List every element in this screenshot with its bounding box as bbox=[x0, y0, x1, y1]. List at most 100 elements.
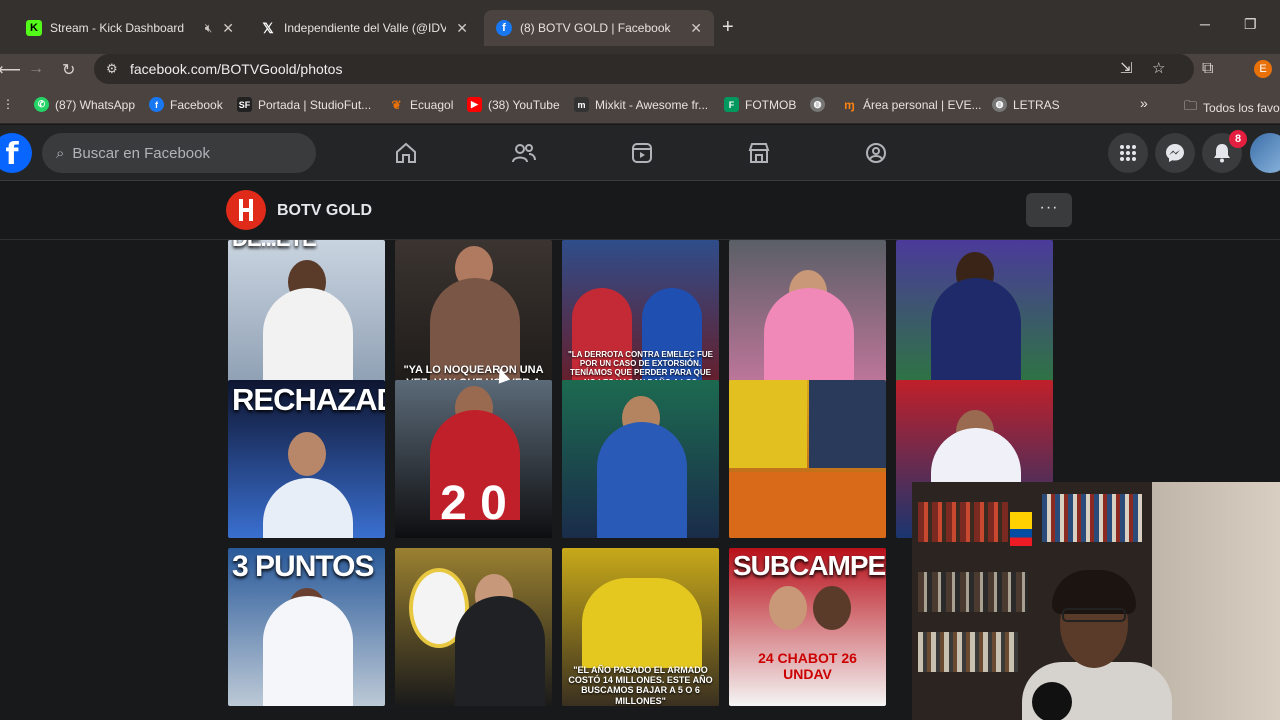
bookmark-ecuagol[interactable]: ❦ Ecuagol bbox=[389, 97, 453, 112]
facebook-logo[interactable]: f bbox=[0, 133, 32, 173]
bookmark-label: Área personal | EVE... bbox=[863, 97, 982, 112]
photo-tile[interactable]: 2 0 bbox=[395, 380, 552, 538]
bookmark-star-icon[interactable]: ☆ bbox=[1152, 59, 1165, 77]
books bbox=[918, 572, 1028, 612]
photo-tile[interactable]: "YA LO NOQUEARON UNA VEZ, HAY QUE VOLVER… bbox=[395, 240, 552, 398]
photo-tile[interactable] bbox=[729, 240, 886, 398]
close-tab-icon[interactable]: ✕ bbox=[222, 20, 234, 37]
bookmark-youtube[interactable]: ▶ (38) YouTube bbox=[467, 97, 560, 112]
photo-caption: 24 CHABOT 26 UNDAV bbox=[758, 649, 857, 682]
muted-speaker-icon[interactable]: 🔇︎ bbox=[205, 21, 213, 36]
more-options-button[interactable]: ··· bbox=[1026, 193, 1072, 227]
gaming-icon[interactable] bbox=[862, 139, 890, 167]
bookmark-studiofutbol[interactable]: SF Portada | StudioFut... bbox=[237, 97, 371, 112]
install-app-icon[interactable]: ⇲ bbox=[1120, 59, 1133, 77]
facebook-header: f ⌕ Buscar en Facebook bbox=[0, 125, 1280, 181]
streamer-glasses bbox=[1062, 608, 1126, 622]
bookmarks-bar: ⋮ ✆ (87) WhatsApp f Facebook SF Portada | S… bbox=[0, 86, 1280, 124]
bookmark-whatsapp[interactable]: ✆ (87) WhatsApp bbox=[34, 97, 135, 112]
home-icon[interactable] bbox=[392, 139, 420, 167]
page-name[interactable]: BOTV GOLD bbox=[277, 202, 372, 220]
address-bar[interactable]: ⚙︎ facebook.com/BOTVGoold/photos ⇲ ☆ bbox=[94, 54, 1194, 84]
video-icon[interactable] bbox=[628, 139, 656, 167]
photo-tile[interactable] bbox=[729, 380, 886, 538]
forward-arrow-icon[interactable]: → bbox=[28, 60, 44, 78]
minimize-icon[interactable]: ─ bbox=[1200, 16, 1210, 32]
books bbox=[1042, 494, 1142, 542]
back-arrow-icon[interactable]: ⟵ bbox=[0, 60, 21, 80]
bookmarks-overflow-button[interactable]: » bbox=[1140, 95, 1148, 111]
tab-x-idv[interactable]: 𝕏 Independiente del Valle (@IDV_ ✕ bbox=[248, 10, 480, 46]
extensions-icon[interactable]: ⧉ bbox=[1202, 60, 1213, 78]
site-settings-icon[interactable]: ⚙︎ bbox=[106, 61, 118, 77]
tab-facebook-active[interactable]: f (8) BOTV GOLD | Facebook ✕ bbox=[484, 10, 714, 46]
photo-headline: 3 PUNTOS bbox=[232, 550, 375, 583]
bookmark-label: Todos los favo bbox=[1203, 101, 1280, 115]
photo-tile[interactable] bbox=[395, 548, 552, 706]
close-tab-icon[interactable]: ✕ bbox=[690, 20, 702, 37]
photo-headline: RECHAZADO bbox=[232, 382, 385, 417]
photo-tile[interactable]: SUBCAMPEÓN 24 CHABOT 26 UNDAV bbox=[729, 548, 886, 706]
marketplace-icon[interactable] bbox=[745, 139, 773, 167]
all-bookmarks-folder[interactable]: 🗀︎ Todos los favo bbox=[1184, 97, 1280, 119]
photo-tile[interactable] bbox=[562, 380, 719, 538]
tab-title: (8) BOTV GOLD | Facebook bbox=[520, 21, 671, 35]
studiofutbol-icon: SF bbox=[237, 97, 252, 112]
player-figure bbox=[597, 422, 687, 538]
close-tab-icon[interactable]: ✕ bbox=[456, 20, 468, 37]
page-header-bar: BOTV GOLD ··· bbox=[0, 182, 1280, 240]
bookmark-area-personal[interactable]: ɱ Área personal | EVE... bbox=[842, 97, 982, 112]
bookmark-label: LETRAS bbox=[1013, 97, 1060, 112]
photo-tile[interactable]: RECHAZADO bbox=[228, 380, 385, 538]
books bbox=[918, 502, 1008, 542]
photo-tile[interactable]: 3 PUNTOS bbox=[228, 548, 385, 706]
notification-count-badge: 8 bbox=[1229, 130, 1247, 148]
menu-grid-icon[interactable] bbox=[1108, 133, 1148, 173]
globe-icon: ◍ bbox=[992, 97, 1007, 112]
profile-avatar[interactable]: E bbox=[1254, 60, 1272, 78]
kick-icon: K bbox=[26, 20, 42, 36]
photo-tile[interactable] bbox=[896, 240, 1053, 398]
mixkit-icon: m bbox=[574, 97, 589, 112]
photo-tile[interactable]: DE...ETE bbox=[228, 240, 385, 398]
facebook-icon: f bbox=[496, 20, 512, 36]
player-figure bbox=[809, 380, 886, 468]
page-profile-picture[interactable] bbox=[226, 190, 266, 230]
photo-tile[interactable]: "EL AÑO PASADO EL ARMADO COSTÓ 14 MILLON… bbox=[562, 548, 719, 706]
bookmark-label: FOTMOB bbox=[745, 97, 797, 112]
player-figure bbox=[769, 586, 807, 630]
globe-icon: ◍ bbox=[810, 97, 825, 112]
photo-headline: SUBCAMPEÓN bbox=[733, 550, 886, 581]
reload-icon[interactable]: ↻ bbox=[62, 60, 75, 80]
url-text: facebook.com/BOTVGoold/photos bbox=[130, 61, 343, 77]
friends-icon[interactable] bbox=[510, 139, 538, 167]
folder-icon: 🗀︎ bbox=[1184, 98, 1198, 113]
search-icon: ⌕ bbox=[56, 144, 65, 162]
browser-tab-strip: K Stream - Kick Dashboard 🔇︎ ✕ 𝕏 Indepen… bbox=[0, 0, 1280, 54]
new-tab-icon[interactable]: + bbox=[722, 16, 734, 39]
photo-caption: "EL AÑO PASADO EL ARMADO COSTÓ 14 MILLON… bbox=[568, 664, 713, 706]
bookmark-label: Portada | StudioFut... bbox=[258, 97, 372, 112]
wall bbox=[1152, 482, 1280, 720]
youtube-icon: ▶ bbox=[467, 97, 482, 112]
bookmark-label: Ecuagol bbox=[410, 97, 454, 112]
fotmob-icon: F bbox=[724, 97, 739, 112]
tab-kick[interactable]: K Stream - Kick Dashboard 🔇︎ ✕ bbox=[14, 10, 246, 46]
player-figure bbox=[263, 596, 353, 706]
facebook-icon: f bbox=[149, 97, 164, 112]
messenger-icon[interactable] bbox=[1155, 133, 1195, 173]
bookmark-mixkit[interactable]: m Mixkit - Awesome fr... bbox=[574, 97, 708, 112]
browser-toolbar: ⟵ → ↻ ⚙︎ facebook.com/BOTVGoold/photos ⇲… bbox=[0, 54, 1280, 86]
x-icon: 𝕏 bbox=[262, 19, 274, 36]
apps-icon[interactable]: ⋮ bbox=[2, 97, 14, 111]
tab-title: Stream - Kick Dashboard bbox=[50, 21, 185, 35]
search-input[interactable]: ⌕ Buscar en Facebook bbox=[42, 133, 316, 173]
photo-tile[interactable]: "LA DERROTA CONTRA EMELEC FUE POR UN CAS… bbox=[562, 240, 719, 398]
bookmark-fotmob[interactable]: F FOTMOB bbox=[724, 97, 796, 112]
restore-window-icon[interactable]: ❐ bbox=[1244, 16, 1257, 33]
bookmark-letras[interactable]: ◍ LETRAS bbox=[992, 97, 1060, 112]
bookmark-facebook[interactable]: f Facebook bbox=[149, 97, 223, 112]
ecuador-flag bbox=[1010, 512, 1032, 546]
bookmark-label: (38) YouTube bbox=[488, 97, 560, 112]
bookmark-globe[interactable]: ◍ bbox=[810, 97, 831, 112]
